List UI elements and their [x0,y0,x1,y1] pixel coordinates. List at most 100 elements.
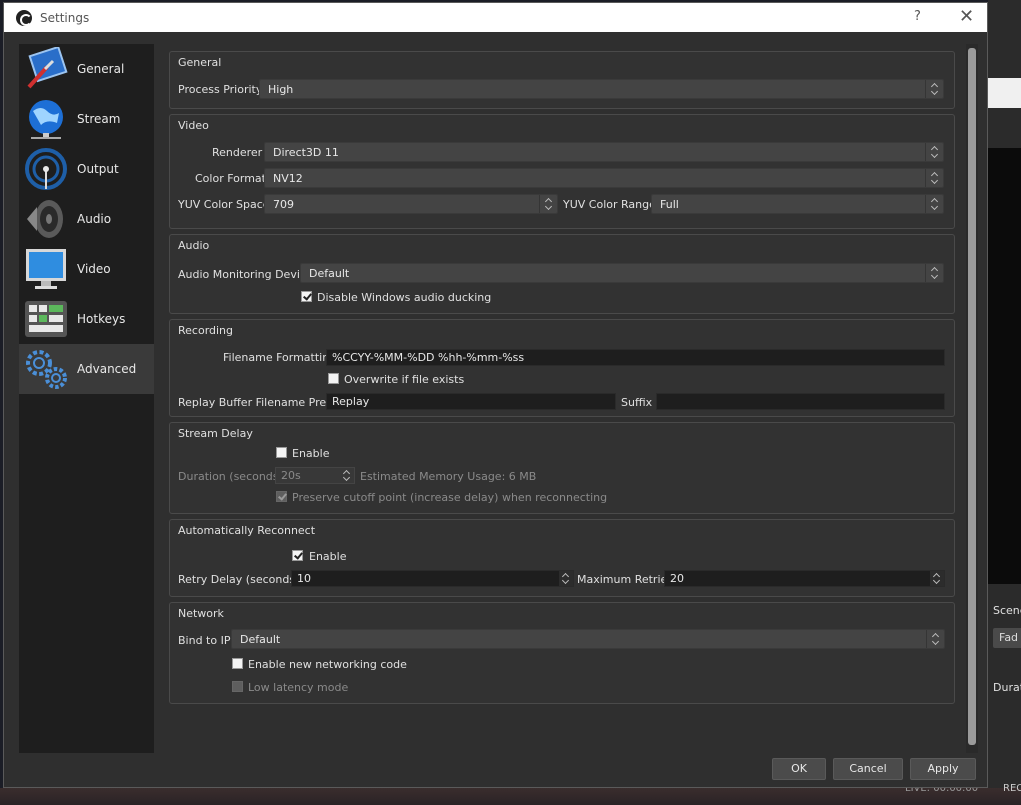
process-priority-value: High [268,83,294,96]
preserve-cutoff-label: Preserve cutoff point (increase delay) w… [292,491,608,504]
sidebar-item-output[interactable]: Output [19,144,154,194]
general-icon [27,47,68,89]
reconnect-enable-checkbox[interactable] [292,550,303,561]
output-icon [25,148,67,190]
yuv-color-space-label: YUV Color Space [178,198,270,211]
bind-to-ip-value: Default [240,633,281,646]
sidebar-item-hotkeys[interactable]: Hotkeys [19,294,154,344]
suffix-label: Suffix [621,396,653,409]
audio-group: Audio Audio Monitoring Device Default Di… [169,234,955,314]
low-latency-checkbox[interactable] [232,681,243,692]
stream-delay-enable-checkbox[interactable] [276,447,287,458]
sidebar-item-label: Video [77,262,111,276]
settings-window: Settings ? ✕ General Stream Output Audio… [3,2,988,788]
keyboard-icon [25,301,67,337]
title-bar: Settings ? ✕ [4,3,987,32]
estimated-memory-label: Estimated Memory Usage: 6 MB [360,470,537,483]
help-button[interactable]: ? [914,9,921,24]
sidebar-item-label: Advanced [77,362,137,376]
chevron-updown-icon [925,143,943,161]
ok-button[interactable]: OK [772,758,826,780]
overwrite-file-checkbox[interactable] [328,373,339,384]
new-networking-checkbox[interactable] [232,658,243,669]
chevron-updown-icon [925,195,943,213]
color-format-label: Color Format [195,172,266,185]
chevron-updown-icon [925,169,943,187]
gears-icon [26,350,67,389]
group-title: Network [178,607,224,620]
overwrite-file-label: Overwrite if file exists [344,373,465,386]
background-panel-light [988,78,1021,108]
process-priority-label: Process Priority [178,83,263,96]
duration-spinbox[interactable]: 20s [275,467,355,484]
background-preview [988,148,1021,584]
chevron-updown-icon [925,264,943,282]
duration-value: 20s [281,469,301,482]
group-title: Stream Delay [178,427,253,440]
preserve-cutoff-checkbox[interactable] [276,491,287,502]
stream-delay-enable-label: Enable [292,447,330,460]
content-scrollbar[interactable] [966,44,978,753]
chevron-updown-icon [926,630,944,648]
monitor-icon [26,249,66,289]
process-priority-select[interactable]: High [259,79,944,99]
apply-button[interactable]: Apply [910,758,976,780]
renderer-label: Renderer [212,146,263,159]
renderer-value: Direct3D 11 [273,146,339,159]
color-format-value: NV12 [273,172,303,185]
retry-delay-spinbox[interactable]: 10 [291,570,574,587]
sidebar-item-advanced[interactable]: Advanced [19,344,154,394]
window-title: Settings [40,10,90,25]
speaker-icon [27,200,63,238]
stream-globe-icon [29,100,63,139]
background-duration-label: Durat [993,681,1021,694]
replay-prefix-label: Replay Buffer Filename Prefix [178,396,340,409]
renderer-select[interactable]: Direct3D 11 [264,142,944,162]
bind-to-ip-select[interactable]: Default [231,629,945,649]
suffix-input[interactable] [656,393,945,410]
background-fade-button[interactable]: Fad [993,628,1021,648]
yuv-color-space-select[interactable]: 709 [264,194,558,214]
max-retries-label: Maximum Retries [577,573,674,586]
settings-content: General Process Priority High Video Rend… [169,51,957,751]
network-group: Network Bind to IP Default Enable new ne… [169,602,955,704]
chevron-updown-icon [539,195,557,213]
disable-audio-ducking-label: Disable Windows audio ducking [317,291,492,304]
general-group: General Process Priority High [169,51,955,109]
sidebar-item-label: Hotkeys [77,312,126,326]
replay-prefix-input[interactable]: Replay [326,393,616,410]
group-title: Video [178,119,209,132]
sidebar-item-video[interactable]: Video [19,244,154,294]
sidebar-item-stream[interactable]: Stream [19,94,154,144]
cancel-button[interactable]: Cancel [833,758,903,780]
reconnect-enable-label: Enable [309,550,347,563]
group-title: Recording [178,324,234,337]
background-rec-text: REC [1003,783,1021,794]
spin-arrows-icon [930,571,944,586]
video-group: Video Renderer Direct3D 11 Color Format … [169,114,955,229]
close-button[interactable]: ✕ [959,6,974,27]
disable-audio-ducking-checkbox[interactable] [301,291,312,302]
background-taskbar [0,788,1021,805]
chevron-updown-icon [925,80,943,98]
group-title: General [178,56,222,69]
retry-delay-label: Retry Delay (seconds) [178,573,300,586]
filename-formatting-input[interactable]: %CCYY-%MM-%DD %hh-%mm-%ss [326,349,945,366]
yuv-color-range-value: Full [660,198,679,211]
settings-sidebar: General Stream Output Audio Video Hotkey… [19,44,154,753]
max-retries-spinbox[interactable]: 20 [664,570,945,587]
group-title: Audio [178,239,210,252]
yuv-color-range-label: YUV Color Range [563,198,656,211]
yuv-color-space-value: 709 [273,198,294,211]
yuv-color-range-select[interactable]: Full [651,194,944,214]
color-format-select[interactable]: NV12 [264,168,944,188]
low-latency-label: Low latency mode [248,681,349,694]
sidebar-item-audio[interactable]: Audio [19,194,154,244]
max-retries-value: 20 [670,572,684,585]
scrollbar-thumb[interactable] [968,48,976,745]
recording-group: Recording Filename Formatting %CCYY-%MM-… [169,319,955,417]
sidebar-item-general[interactable]: General [19,44,154,94]
filename-formatting-label: Filename Formatting [223,351,337,364]
sidebar-item-label: General [77,62,125,76]
audio-monitoring-device-select[interactable]: Default [300,263,944,283]
